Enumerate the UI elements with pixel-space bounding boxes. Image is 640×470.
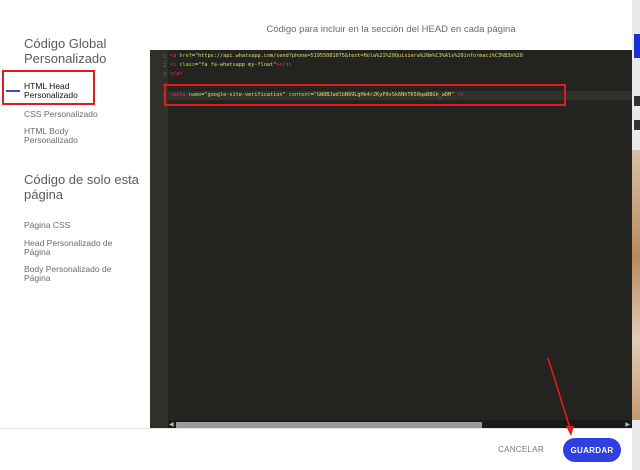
code-string: "fa fa-whatsapp my-float" — [198, 62, 277, 68]
sidebar-item-html-body[interactable]: HTML Body Personalizado — [24, 127, 94, 145]
dialog-footer: CANCELAR GUARDAR — [0, 428, 632, 470]
scroll-left-icon[interactable]: ◀ — [169, 421, 174, 428]
line-number-gutter: 1 2 3 4 5 — [150, 50, 168, 430]
sidebar-item-css[interactable]: CSS Personalizado — [24, 110, 124, 119]
code-string: "https://api.whatsapp.com/send?phone=519… — [195, 53, 523, 59]
code-line: </a> — [170, 71, 183, 77]
code-line: <a href="https://api.whatsapp.com/send?p… — [170, 53, 523, 59]
background-dark-element — [634, 120, 640, 130]
code-attribute: class — [179, 62, 195, 68]
save-button[interactable]: GUARDAR — [563, 438, 621, 462]
page-code-heading: Código de solo esta página — [24, 172, 139, 202]
background-dark-element — [634, 96, 640, 106]
sidebar-item-page-body[interactable]: Body Personalizado de Página — [24, 265, 124, 283]
global-code-heading: Código Global Personalizado — [24, 36, 107, 66]
line-number: 3 — [162, 72, 166, 78]
sidebar-item-page-css[interactable]: Página CSS — [24, 221, 124, 230]
custom-code-sidebar: Código Global Personalizado HTML Head Pe… — [0, 0, 150, 428]
code-tag: <i — [170, 62, 180, 68]
background-page-edge — [632, 0, 640, 470]
code-line: <i class="fa fa-whatsapp my-float"></i> — [170, 62, 292, 68]
cancel-button[interactable]: CANCELAR — [498, 445, 544, 454]
code-tag: </a> — [170, 71, 183, 77]
editor-caption: Código para incluir en la sección del HE… — [266, 24, 516, 35]
line-number: 1 — [162, 54, 166, 60]
scroll-right-icon[interactable]: ▶ — [625, 421, 630, 428]
sidebar-item-page-head[interactable]: Head Personalizado de Página — [24, 239, 124, 257]
code-tag: ></i> — [276, 62, 292, 68]
annotation-highlight-box — [164, 84, 566, 106]
background-photo — [632, 150, 640, 420]
annotation-highlight-box — [2, 70, 95, 105]
line-number: 2 — [162, 63, 166, 69]
code-attribute: href — [179, 53, 192, 59]
code-editor[interactable]: 1 2 3 4 5 <a href="https://api.whatsapp.… — [150, 50, 632, 430]
background-blue-element — [634, 34, 640, 58]
code-tag: <a — [170, 53, 180, 59]
